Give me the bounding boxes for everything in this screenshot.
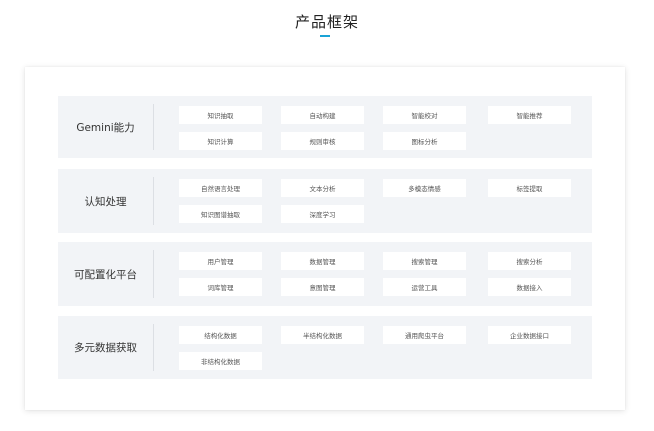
section-label: 认知处理 [84,195,127,208]
capability-chip: 规则审核 [281,132,364,150]
capability-chip: 搜索管理 [383,252,466,270]
capability-chip: 数据管理 [281,252,364,270]
section-divider [153,324,154,371]
section-divider [153,104,154,150]
capability-chip: 非结构化数据 [179,352,262,370]
title-underline [320,35,330,37]
capability-chip: 自动构建 [281,106,364,124]
capability-chip: 数据接入 [488,278,571,296]
framework-card: Gemini能力 知识抽取 自动构建 智能校对 智能推荐 知识计算 规则审核 图… [25,67,625,410]
capability-chip: 通用爬虫平台 [383,326,466,344]
capability-chip: 知识图谱抽取 [179,205,262,223]
capability-chip: 运营工具 [383,278,466,296]
section-label: 可配置化平台 [74,268,137,281]
section-divider [153,177,154,225]
section-gemini-capabilities: Gemini能力 知识抽取 自动构建 智能校对 智能推荐 知识计算 规则审核 图… [58,96,592,158]
capability-chip: 图标分析 [383,132,466,150]
section-configurable-platform: 可配置化平台 用户管理 数据管理 搜索管理 搜索分析 词库管理 意图管理 运营工… [58,242,592,306]
capability-chip: 结构化数据 [179,326,262,344]
capability-chip: 用户管理 [179,252,262,270]
capability-chip: 搜索分析 [488,252,571,270]
capability-chip: 词库管理 [179,278,262,296]
section-label: Gemini能力 [76,121,135,134]
page-title: 产品框架 [294,13,359,31]
capability-chip: 智能校对 [383,106,466,124]
capability-chip: 知识计算 [179,132,262,150]
capability-chip: 标签提取 [488,179,571,197]
capability-chip: 多模态情感 [383,179,466,197]
section-label: 多元数据获取 [74,342,137,354]
capability-chip: 自然语言处理 [179,179,262,197]
section-cognitive-processing: 认知处理 自然语言处理 文本分析 多模态情感 标签提取 知识图谱抽取 深度学习 [58,169,592,233]
section-multi-source-data: 多元数据获取 结构化数据 半结构化数据 通用爬虫平台 企业数据接口 非结构化数据 [58,316,592,379]
capability-chip: 智能推荐 [488,106,571,124]
capability-chip: 意图管理 [281,278,364,296]
capability-chip: 知识抽取 [179,106,262,124]
capability-chip: 企业数据接口 [488,326,571,344]
capability-chip: 半结构化数据 [281,326,364,344]
capability-chip: 深度学习 [281,205,364,223]
section-divider [153,250,154,298]
capability-chip: 文本分析 [281,179,364,197]
